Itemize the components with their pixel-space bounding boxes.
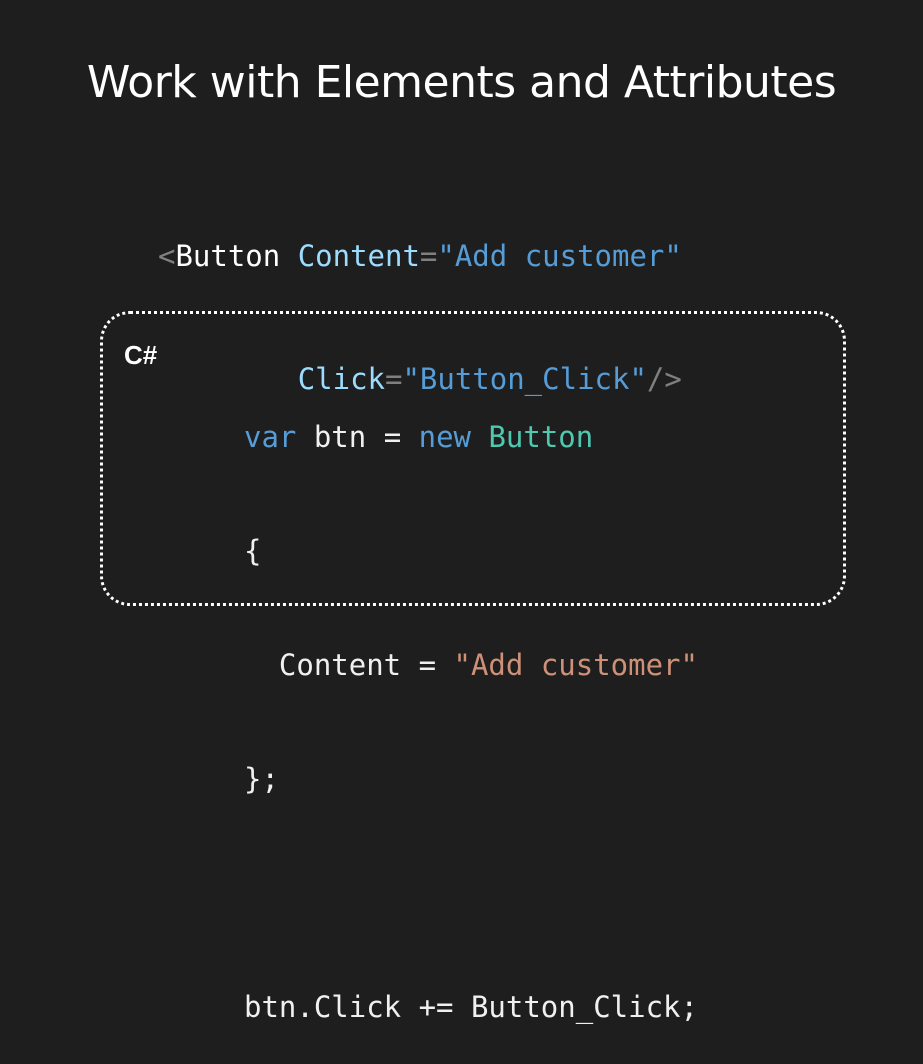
csharp-variable-decl: btn = (296, 420, 419, 454)
xaml-open-bracket: < (158, 239, 176, 273)
csharp-property-assign: Content = (244, 648, 454, 682)
csharp-code-block: var btn = new Button { Content = "Add cu… (244, 342, 698, 1064)
slide-title: Work with Elements and Attributes (86, 57, 837, 109)
csharp-string-literal: "Add customer" (453, 648, 698, 682)
csharp-keyword-var: var (244, 420, 297, 454)
csharp-code-line-2: { (244, 534, 262, 568)
csharp-code-line-3: Content = "Add customer" (244, 646, 698, 684)
xaml-equals: = (419, 239, 438, 273)
csharp-code-line-1: var btn = new Button (244, 418, 698, 456)
xaml-tag-name: Button (175, 239, 281, 273)
csharp-language-label: C# (124, 340, 158, 370)
csharp-code-line-4: }; (244, 762, 279, 796)
xaml-code-line-1: <Button Content="Add customer" (158, 236, 682, 277)
csharp-code-line-6: btn.Click += Button_Click; (244, 990, 698, 1024)
xaml-attribute-value-content: "Add customer" (437, 239, 682, 273)
csharp-code-line-5 (244, 874, 698, 912)
csharp-type-name: Button (488, 420, 594, 454)
csharp-keyword-new: new (418, 420, 471, 454)
xaml-attribute-content: Content (297, 239, 420, 273)
